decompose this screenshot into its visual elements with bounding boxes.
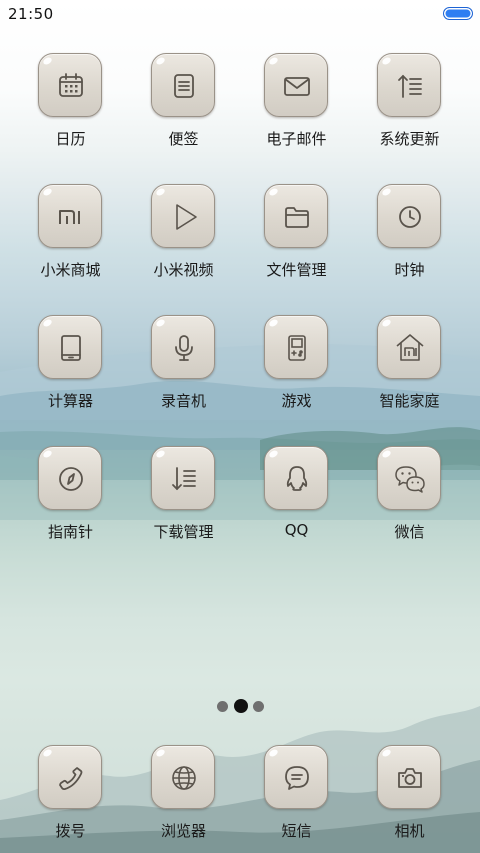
dock-phone[interactable]: 拨号 [14, 745, 127, 853]
phone-icon [59, 767, 83, 791]
calculator-icon [61, 335, 81, 361]
app-label: 智能家庭 [379, 392, 440, 410]
app-label: 游戏 [281, 392, 312, 410]
page-dot-3[interactable] [253, 701, 264, 712]
download-icon [172, 467, 196, 491]
app-label: 时钟 [394, 261, 425, 279]
calendar-icon [59, 73, 83, 97]
app-label: 下载管理 [153, 523, 214, 541]
app-icon-game [264, 315, 328, 379]
app-label: 相机 [394, 822, 425, 840]
app-smart-home[interactable]: 智能家庭 [353, 315, 466, 425]
app-icon-notes [151, 53, 215, 117]
app-icon-qq [264, 446, 328, 510]
app-icon-download-manager [151, 446, 215, 510]
play-icon [176, 204, 197, 230]
app-label: 拨号 [55, 822, 86, 840]
app-label: 短信 [281, 822, 312, 840]
app-icon-compass [38, 446, 102, 510]
app-icon-calculator [38, 315, 102, 379]
app-calendar[interactable]: 日历 [14, 53, 127, 163]
dock-camera[interactable]: 相机 [353, 745, 466, 853]
wechat-icon [395, 466, 425, 493]
notes-icon [174, 74, 194, 98]
app-download-manager[interactable]: 下载管理 [127, 446, 240, 556]
clock-icon [399, 206, 421, 228]
game-icon [288, 335, 306, 361]
app-icon-smart-home [377, 315, 441, 379]
app-icon-email [264, 53, 328, 117]
dock-messages[interactable]: 短信 [240, 745, 353, 853]
app-label: 日历 [55, 130, 86, 148]
app-clock[interactable]: 时钟 [353, 184, 466, 294]
app-label: 指南针 [47, 523, 93, 541]
app-icon-wechat [377, 446, 441, 510]
folder-icon [285, 207, 309, 228]
app-icon-clock [377, 184, 441, 248]
app-calculator[interactable]: 计算器 [14, 315, 127, 425]
app-game[interactable]: 游戏 [240, 315, 353, 425]
app-label: 电子邮件 [266, 130, 327, 148]
smart-home-icon [396, 334, 424, 361]
app-icon-recorder [151, 315, 215, 379]
message-icon [285, 766, 309, 790]
app-label: 计算器 [47, 392, 93, 410]
app-icon-mi-store [38, 184, 102, 248]
app-compass[interactable]: 指南针 [14, 446, 127, 556]
page-dot-2[interactable] [234, 699, 248, 713]
update-icon [398, 74, 422, 98]
app-mi-video[interactable]: 小米视频 [127, 184, 240, 294]
app-label: 浏览器 [160, 822, 206, 840]
app-label: 录音机 [160, 392, 206, 410]
mail-icon [284, 77, 310, 96]
qq-icon [286, 466, 308, 491]
app-notes[interactable]: 便签 [127, 53, 240, 163]
app-icon-mi-video [151, 184, 215, 248]
compass-icon [59, 467, 83, 491]
app-icon-phone [38, 745, 102, 809]
browser-icon [172, 766, 196, 790]
dock-browser[interactable]: 浏览器 [127, 745, 240, 853]
app-label: 便签 [168, 130, 199, 148]
app-label: 小米视频 [153, 261, 214, 279]
app-icon-system-update [377, 53, 441, 117]
app-label: 小米商城 [40, 261, 101, 279]
app-icon-browser [151, 745, 215, 809]
app-qq[interactable]: QQ [240, 446, 353, 556]
app-label: 文件管理 [266, 261, 327, 279]
app-file-manager[interactable]: 文件管理 [240, 184, 353, 294]
app-icon-file-manager [264, 184, 328, 248]
app-icon-camera [377, 745, 441, 809]
page-indicator[interactable] [213, 699, 269, 713]
app-label: 微信 [394, 523, 425, 541]
page-dot-1[interactable] [217, 701, 228, 712]
app-recorder[interactable]: 录音机 [127, 315, 240, 425]
app-label: 系统更新 [379, 130, 440, 148]
microphone-icon [175, 335, 193, 361]
app-system-update[interactable]: 系统更新 [353, 53, 466, 163]
mi-store-icon [59, 210, 80, 224]
camera-icon [398, 768, 422, 788]
app-mi-store[interactable]: 小米商城 [14, 184, 127, 294]
app-wechat[interactable]: 微信 [353, 446, 466, 556]
home-screen: 日历 便签 电子邮件 系统更新 小米商城 小米视频 文件管理 时钟 计算器 录音… [0, 0, 480, 853]
app-icon-messages [264, 745, 328, 809]
app-label: QQ [284, 521, 309, 539]
app-email[interactable]: 电子邮件 [240, 53, 353, 163]
app-icon-calendar [38, 53, 102, 117]
